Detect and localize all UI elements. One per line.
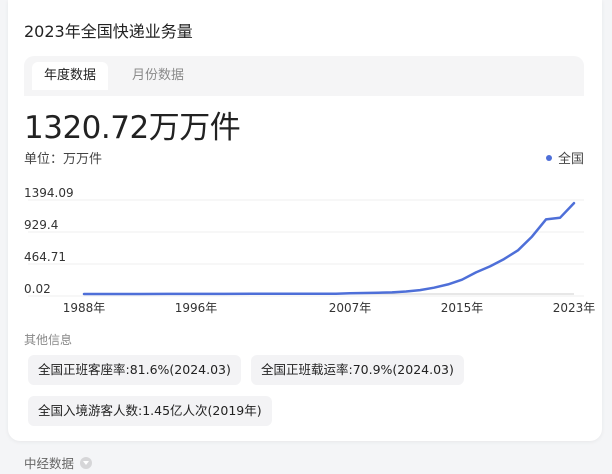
tab-annual[interactable]: 年度数据	[32, 62, 109, 90]
info-chip-load-rate[interactable]: 全国正班载运率:70.9%(2024.03)	[251, 355, 464, 385]
x-tick-label: 2015年	[441, 301, 484, 315]
y-tick-label: 929.4	[24, 218, 58, 232]
x-tick-label: 2007年	[329, 301, 372, 315]
x-tick-label: 1988年	[63, 301, 106, 315]
info-chip-inbound-tourists[interactable]: 全国入境游客人数:1.45亿人次(2019年)	[28, 396, 272, 426]
source-footer[interactable]: 中经数据	[24, 453, 93, 472]
y-tick-label: 464.71	[24, 250, 66, 264]
legend-dot-icon	[545, 154, 552, 161]
legend-label: 全国	[557, 152, 584, 167]
x-tick-label: 1996年	[175, 301, 218, 315]
source-label: 中经数据	[24, 456, 75, 471]
other-info-title: 其他信息	[24, 333, 73, 347]
tab-bar: 年度数据 月份数据	[24, 56, 584, 96]
y-tick-label: 1394.09	[24, 186, 74, 200]
y-tick-label: 0.02	[24, 282, 51, 296]
tab-monthly[interactable]: 月份数据	[120, 62, 196, 90]
line-chart[interactable]: 1394.09 929.4 464.71 0.02 1988年 1996年 2007年 201…	[8, 176, 602, 321]
headline-value: 1320.72万万件	[24, 110, 241, 146]
series-line-全国[interactable]	[82, 201, 576, 296]
card-title: 2023年全国快递业务量	[24, 22, 193, 41]
chevron-down-icon[interactable]	[80, 456, 93, 469]
unit-label: 单位：万万件	[24, 152, 103, 167]
express-volume-card: 2023年全国快递业务量 年度数据 月份数据 1320.72万万件 单位：万万件…	[8, 0, 602, 441]
legend[interactable]: 全国	[545, 148, 584, 167]
x-tick-label: 2023年	[553, 301, 596, 315]
info-chip-seat-rate[interactable]: 全国正班客座率:81.6%(2024.03)	[28, 355, 241, 385]
